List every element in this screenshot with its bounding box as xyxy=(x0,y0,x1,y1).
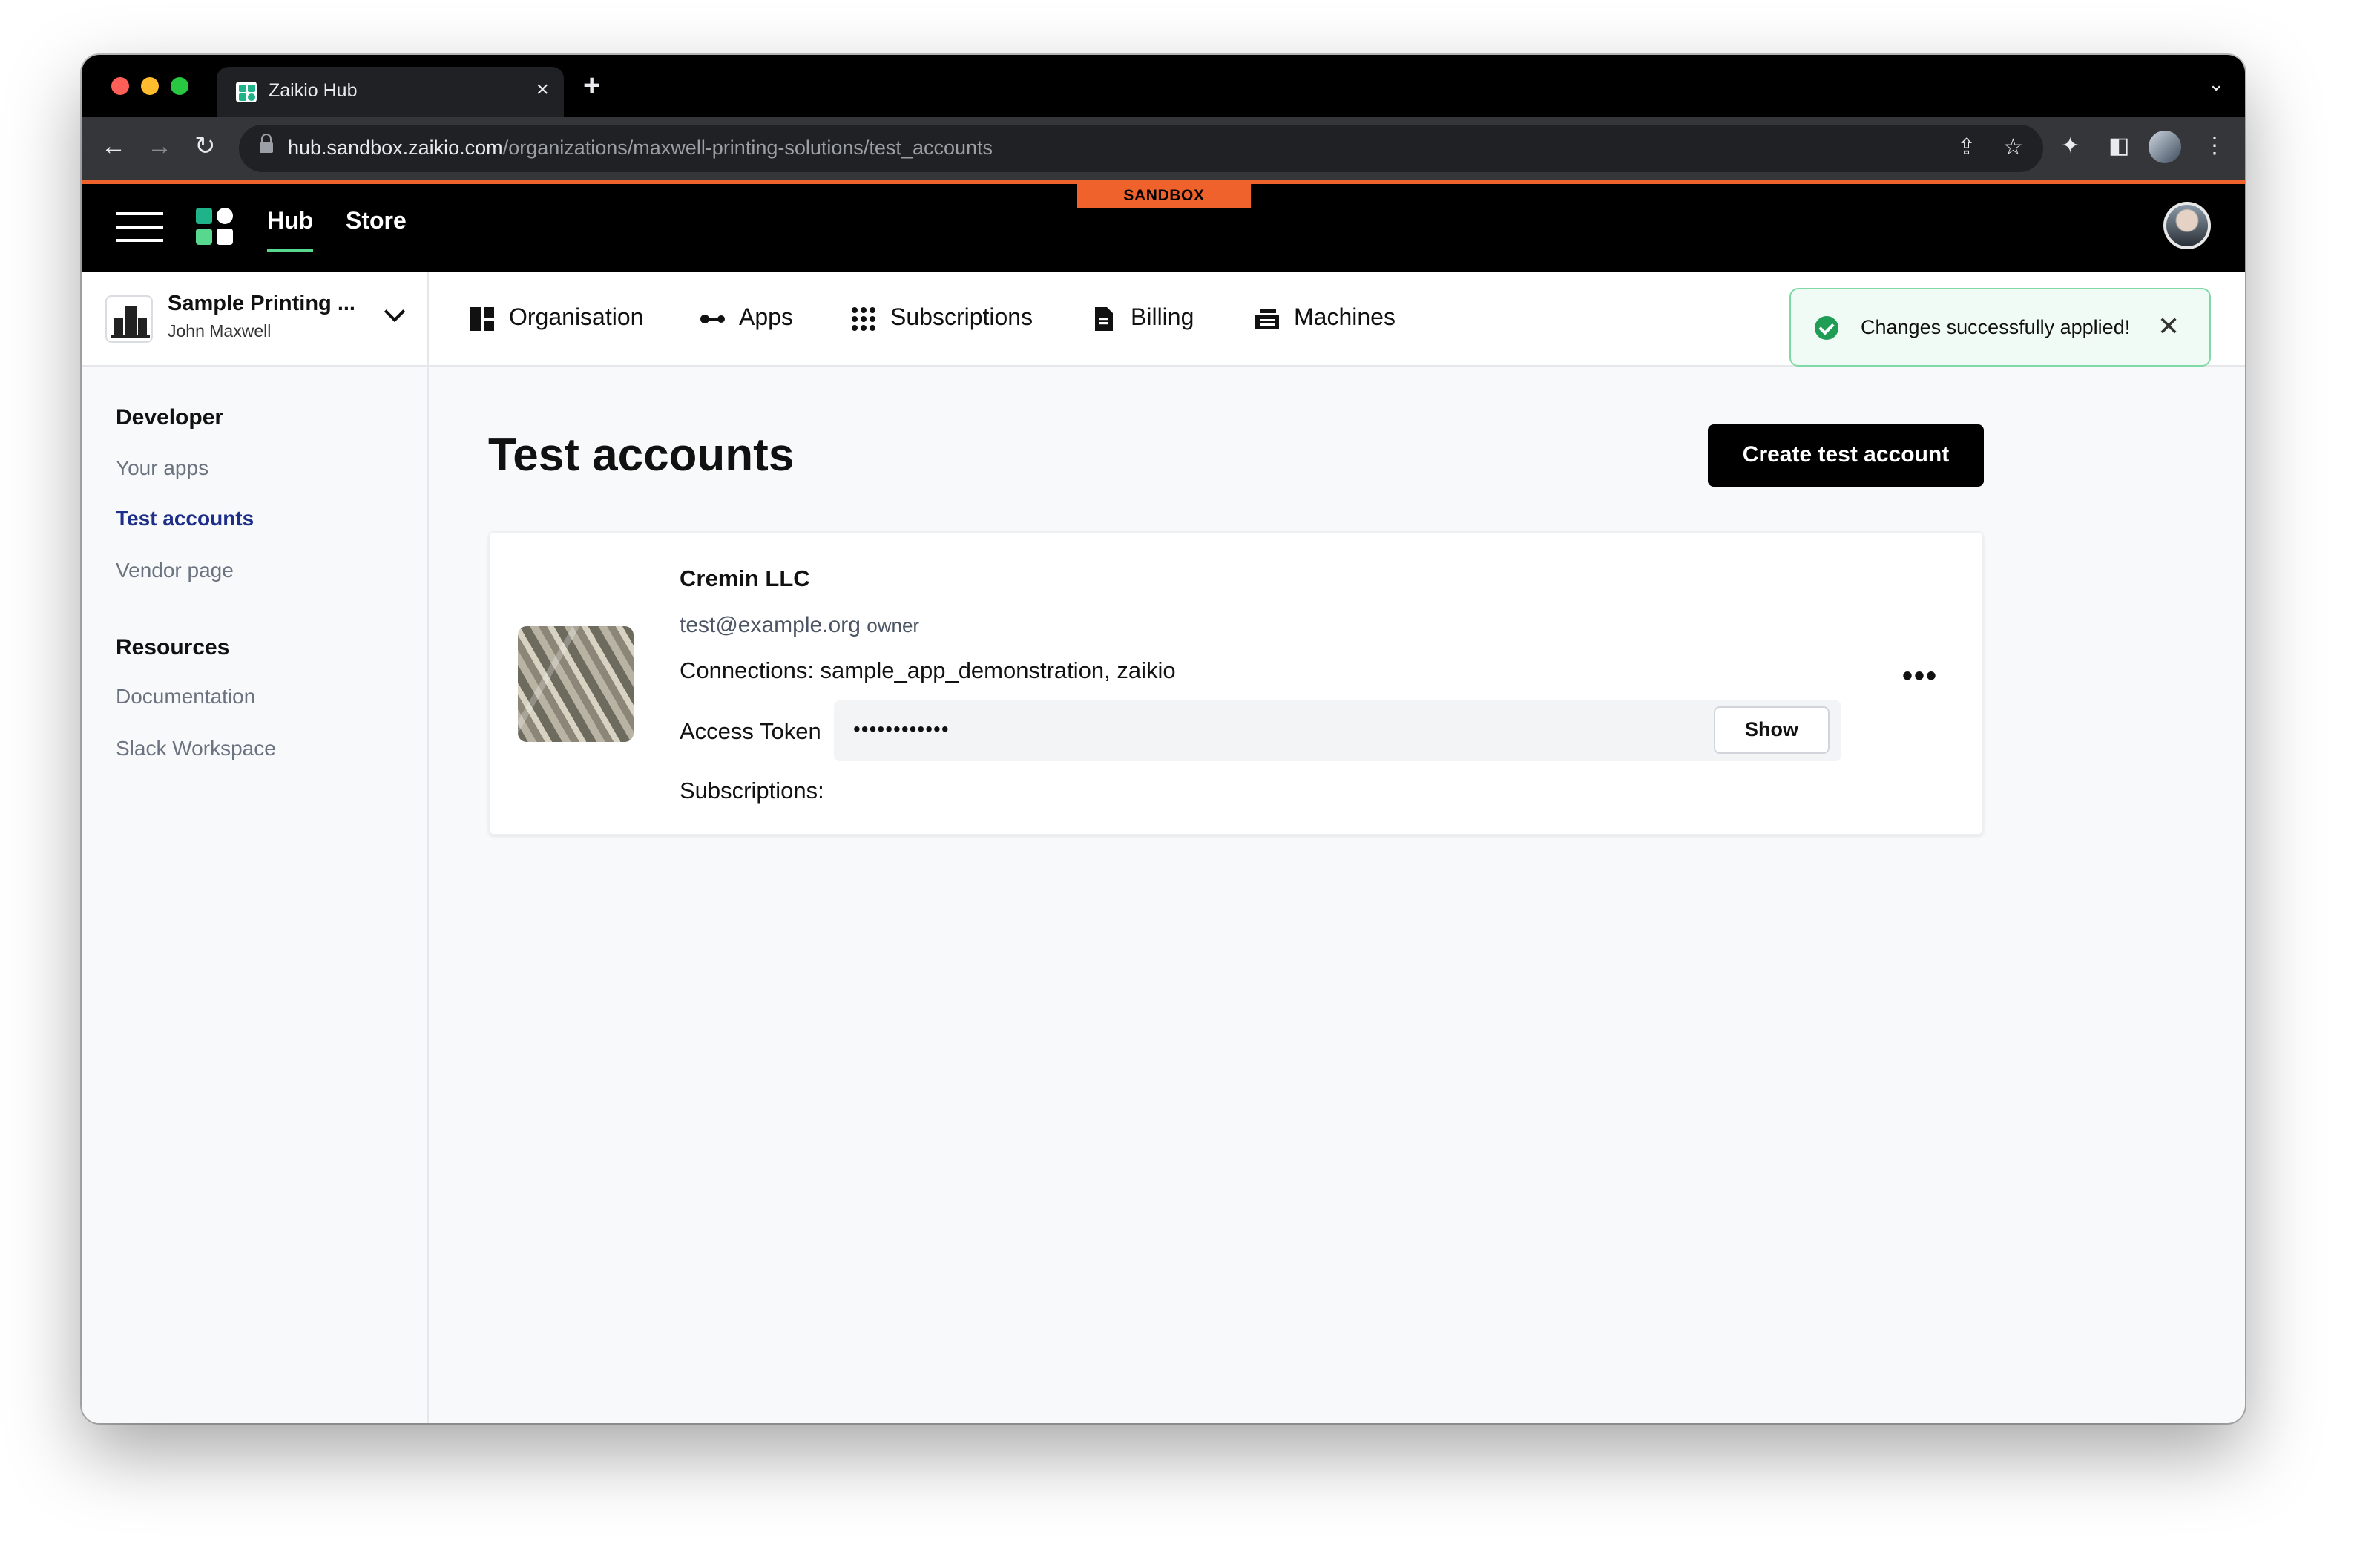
apps-icon xyxy=(699,306,726,332)
sidebar-section-developer: Developer xyxy=(116,405,224,430)
subnav-subscriptions-label: Subscriptions xyxy=(890,306,1033,331)
new-tab-button[interactable]: + xyxy=(583,70,600,104)
browser-menu-icon[interactable]: ⋮ xyxy=(2203,132,2226,159)
zaikio-favicon-icon xyxy=(236,82,257,102)
success-toast: Changes successfully applied! ✕ xyxy=(1789,288,2211,367)
browser-tab[interactable]: Zaikio Hub × xyxy=(217,67,564,117)
subnav-machines-label: Machines xyxy=(1294,306,1396,331)
browser-profile-avatar[interactable] xyxy=(2149,131,2181,163)
subnav-billing[interactable]: Billing xyxy=(1091,272,1194,367)
billing-icon xyxy=(1091,306,1117,332)
sidebar-item-vendor-page[interactable]: Vendor page xyxy=(116,558,234,582)
share-icon[interactable]: ⇪ xyxy=(1957,134,1976,160)
show-token-button[interactable]: Show xyxy=(1714,706,1830,754)
subnav-billing-label: Billing xyxy=(1131,306,1194,331)
tab-title: Zaikio Hub xyxy=(269,80,358,101)
sandbox-badge: SANDBOX xyxy=(1077,184,1251,208)
test-account-card: Cremin LLC test@example.org owner Connec… xyxy=(488,531,1984,835)
maximize-window-button[interactable] xyxy=(171,77,188,95)
subnav-machines[interactable]: Machines xyxy=(1254,272,1396,367)
sidebar-item-your-apps[interactable]: Your apps xyxy=(116,456,208,479)
subnav-apps-label: Apps xyxy=(739,306,793,331)
sidebar-item-documentation[interactable]: Documentation xyxy=(116,684,255,708)
subnav-organisation-label: Organisation xyxy=(509,306,644,331)
building-icon xyxy=(105,295,153,343)
reload-icon[interactable]: ↻ xyxy=(194,132,216,162)
minimize-window-button[interactable] xyxy=(141,77,159,95)
hamburger-menu-icon[interactable] xyxy=(116,211,163,243)
account-subscriptions: Subscriptions: xyxy=(680,779,824,804)
create-test-account-button[interactable]: Create test account xyxy=(1708,424,1984,487)
access-token-field: •••••••••••• Show xyxy=(834,700,1841,761)
account-logo-image xyxy=(518,626,634,742)
user-avatar[interactable] xyxy=(2163,202,2211,249)
forward-arrow-icon[interactable]: → xyxy=(147,132,172,162)
zaikio-logo[interactable] xyxy=(196,208,234,246)
url-text[interactable]: hub.sandbox.zaikio.com/organizations/max… xyxy=(288,137,993,159)
account-name: Cremin LLC xyxy=(680,567,810,592)
subnav-apps[interactable]: Apps xyxy=(699,272,793,367)
organization-name: Sample Printing ... xyxy=(168,292,355,316)
more-options-icon[interactable]: ••• xyxy=(1902,660,1938,694)
chevron-down-icon xyxy=(384,300,406,323)
page-title: Test accounts xyxy=(488,429,795,481)
sidebar-item-slack-workspace[interactable]: Slack Workspace xyxy=(116,736,276,760)
browser-window: Zaikio Hub × + ⌄ ← → ↻ hub.sandbox.zaiki… xyxy=(82,55,2245,1423)
account-connections: Connections: sample_app_demonstration, z… xyxy=(680,659,1176,684)
account-email: test@example.org owner xyxy=(680,613,920,638)
sidebar-item-test-accounts[interactable]: Test accounts xyxy=(116,506,254,530)
extensions-puzzle-icon[interactable]: ✦ xyxy=(2061,132,2080,159)
bookmark-star-icon[interactable]: ☆ xyxy=(2003,134,2023,160)
back-arrow-icon[interactable]: ← xyxy=(101,132,126,162)
browser-tab-strip: Zaikio Hub × + ⌄ xyxy=(82,55,2245,117)
tab-search-chevron-icon[interactable]: ⌄ xyxy=(2208,73,2224,96)
machines-icon xyxy=(1254,306,1281,332)
access-token-label: Access Token xyxy=(680,720,821,745)
close-window-button[interactable] xyxy=(111,77,129,95)
close-icon[interactable]: ✕ xyxy=(2157,312,2180,343)
check-circle-icon xyxy=(1815,316,1838,340)
nav-store[interactable]: Store xyxy=(346,209,407,236)
lock-icon xyxy=(260,134,273,156)
sidebar-section-resources: Resources xyxy=(116,635,230,660)
sidebar: Developer Your apps Test accounts Vendor… xyxy=(82,367,429,1423)
organisation-icon xyxy=(469,306,496,332)
browser-toolbar: ← → ↻ hub.sandbox.zaikio.com/organizatio… xyxy=(82,117,2245,180)
organization-user: John Maxwell xyxy=(168,323,272,341)
organization-switcher[interactable]: Sample Printing ... John Maxwell xyxy=(82,272,429,367)
subscriptions-icon xyxy=(850,306,877,332)
access-token-value: •••••••••••• xyxy=(853,717,950,740)
nav-hub[interactable]: Hub xyxy=(267,209,314,252)
subnav-subscriptions[interactable]: Subscriptions xyxy=(850,272,1033,367)
account-role: owner xyxy=(867,614,920,637)
address-bar[interactable]: hub.sandbox.zaikio.com/organizations/max… xyxy=(239,125,2043,172)
tab-close-icon[interactable]: × xyxy=(536,77,549,102)
side-panel-icon[interactable]: ◧ xyxy=(2108,132,2129,159)
subnav-organisation[interactable]: Organisation xyxy=(469,272,643,367)
toast-message: Changes successfully applied! xyxy=(1861,316,2131,338)
